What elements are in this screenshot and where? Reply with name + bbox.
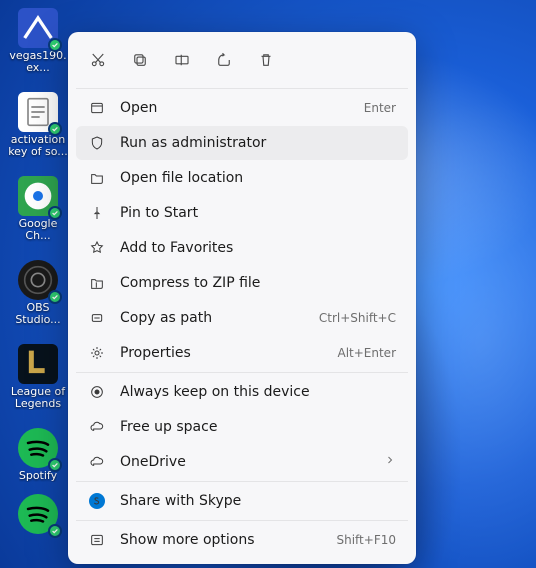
share-button[interactable] — [206, 44, 242, 76]
cloud-icon — [88, 419, 106, 435]
copy-icon — [131, 51, 149, 69]
menu-item-accelerator: Enter — [364, 101, 396, 115]
pin-icon — [88, 205, 106, 221]
more-options-icon — [88, 532, 106, 548]
menu-item-label: OneDrive — [120, 454, 370, 470]
rename-icon — [173, 51, 191, 69]
sync-badge-icon — [48, 38, 62, 52]
separator — [76, 372, 408, 373]
menu-item-label: Open file location — [120, 170, 396, 186]
menu-item-add-to-favorites[interactable]: Add to Favorites — [76, 231, 408, 265]
sync-badge-icon — [48, 458, 62, 472]
menu-item-properties[interactable]: Properties Alt+Enter — [76, 336, 408, 370]
context-menu-toolbar — [72, 38, 412, 86]
menu-item-free-up-space[interactable]: Free up space — [76, 410, 408, 444]
desktop-icon-label: OBS Studio... — [8, 302, 68, 326]
menu-item-open[interactable]: Open Enter — [76, 91, 408, 125]
skype-icon — [88, 493, 106, 509]
share-icon — [215, 51, 233, 69]
menu-item-label: Run as administrator — [120, 135, 396, 151]
menu-item-label: Open — [120, 100, 350, 116]
menu-item-show-more-options[interactable]: Show more options Shift+F10 — [76, 523, 408, 557]
star-icon — [88, 240, 106, 256]
path-icon — [88, 310, 106, 326]
desktop-icon-obs[interactable]: OBS Studio... — [8, 260, 68, 326]
sync-badge-icon — [48, 290, 62, 304]
properties-icon — [88, 345, 106, 361]
delete-button[interactable] — [248, 44, 284, 76]
rename-button[interactable] — [164, 44, 200, 76]
copy-button[interactable] — [122, 44, 158, 76]
menu-item-label: Properties — [120, 345, 323, 361]
keep-icon — [88, 384, 106, 400]
context-menu: Open Enter Run as administrator Open fil… — [68, 32, 416, 564]
cut-button[interactable] — [80, 44, 116, 76]
zip-icon — [88, 275, 106, 291]
menu-item-copy-as-path[interactable]: Copy as path Ctrl+Shift+C — [76, 301, 408, 335]
league-icon — [18, 344, 58, 384]
menu-item-label: Always keep on this device — [120, 384, 396, 400]
menu-item-share-skype[interactable]: Share with Skype — [76, 484, 408, 518]
desktop-icons-column: vegas190.ex... activation key of so... G… — [8, 8, 68, 534]
folder-icon — [88, 170, 106, 186]
sync-badge-icon — [48, 206, 62, 220]
desktop-icon-spotify2[interactable] — [8, 494, 68, 534]
desktop-icon-label: Google Ch... — [8, 218, 68, 242]
menu-item-run-as-administrator[interactable]: Run as administrator — [76, 126, 408, 160]
delete-icon — [257, 51, 275, 69]
menu-item-accelerator: Ctrl+Shift+C — [319, 311, 396, 325]
cut-icon — [89, 51, 107, 69]
separator — [76, 481, 408, 482]
desktop-icon-vegas[interactable]: vegas190.ex... — [8, 8, 68, 74]
menu-item-always-keep[interactable]: Always keep on this device — [76, 375, 408, 409]
separator — [76, 88, 408, 89]
separator — [76, 520, 408, 521]
menu-item-compress-zip[interactable]: Compress to ZIP file — [76, 266, 408, 300]
menu-item-accelerator: Shift+F10 — [336, 533, 396, 547]
menu-item-label: Share with Skype — [120, 493, 396, 509]
menu-item-accelerator: Alt+Enter — [337, 346, 396, 360]
menu-item-label: Show more options — [120, 532, 322, 548]
desktop-icon-league[interactable]: League of Legends — [8, 344, 68, 410]
menu-item-label: Copy as path — [120, 310, 305, 326]
menu-item-open-file-location[interactable]: Open file location — [76, 161, 408, 195]
chevron-right-icon — [384, 454, 396, 470]
onedrive-icon — [88, 454, 106, 470]
desktop-icon-label: activation key of so... — [8, 134, 68, 158]
desktop-icon-label: League of Legends — [8, 386, 68, 410]
shield-icon — [88, 135, 106, 151]
menu-item-pin-to-start[interactable]: Pin to Start — [76, 196, 408, 230]
desktop-icon-spotify[interactable]: Spotify — [8, 428, 68, 482]
sync-badge-icon — [48, 524, 62, 538]
menu-item-label: Free up space — [120, 419, 396, 435]
menu-item-onedrive[interactable]: OneDrive — [76, 445, 408, 479]
sync-badge-icon — [48, 122, 62, 136]
desktop-icon-textfile[interactable]: activation key of so... — [8, 92, 68, 158]
menu-item-label: Add to Favorites — [120, 240, 396, 256]
desktop-icon-chrome[interactable]: Google Ch... — [8, 176, 68, 242]
desktop-icon-label: vegas190.ex... — [8, 50, 68, 74]
menu-item-label: Pin to Start — [120, 205, 396, 221]
open-icon — [88, 100, 106, 116]
menu-item-label: Compress to ZIP file — [120, 275, 396, 291]
desktop-icon-label: Spotify — [19, 470, 57, 482]
